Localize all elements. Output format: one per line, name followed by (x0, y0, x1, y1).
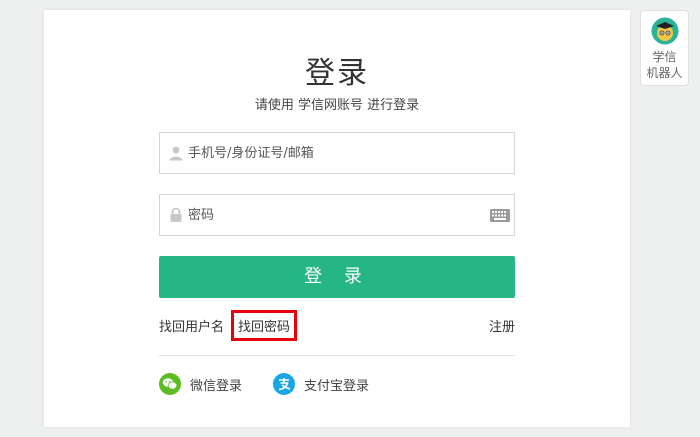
password-input[interactable] (188, 195, 478, 235)
robot-label-line2: 机器人 (646, 66, 683, 80)
register-link[interactable]: 注册 (489, 316, 515, 335)
robot-avatar-icon (651, 17, 678, 45)
robot-assistant-button[interactable]: 学信 机器人 (640, 10, 689, 86)
account-links: 找回用户名 找回密码 注册 (159, 310, 515, 341)
wechat-login-label: 微信登录 (190, 378, 243, 394)
username-field[interactable] (159, 132, 515, 174)
user-icon (169, 146, 183, 161)
page-title: 登录 (305, 56, 369, 91)
keyboard-icon[interactable] (490, 209, 510, 222)
lock-icon (170, 207, 182, 222)
alipay-login-label: 支付宝登录 (304, 378, 370, 394)
login-button[interactable]: 登 录 (159, 256, 515, 298)
password-field[interactable] (159, 194, 515, 236)
forgot-password-link[interactable]: 找回密码 (231, 310, 298, 341)
username-input[interactable] (188, 133, 478, 173)
alipay-icon (273, 373, 295, 395)
login-card: 登录 请使用 学信网账号 进行登录 登 录 找回用户名 找回密码 注册 (44, 10, 630, 427)
wechat-icon (159, 373, 181, 395)
forgot-username-link[interactable]: 找回用户名 (159, 316, 224, 335)
page-subtitle: 请使用 学信网账号 进行登录 (254, 98, 420, 113)
wechat-login[interactable]: 微信登录 (159, 372, 242, 396)
alipay-login[interactable]: 支付宝登录 (273, 372, 369, 396)
robot-label-line1: 学信 (652, 50, 677, 64)
divider (159, 355, 515, 356)
